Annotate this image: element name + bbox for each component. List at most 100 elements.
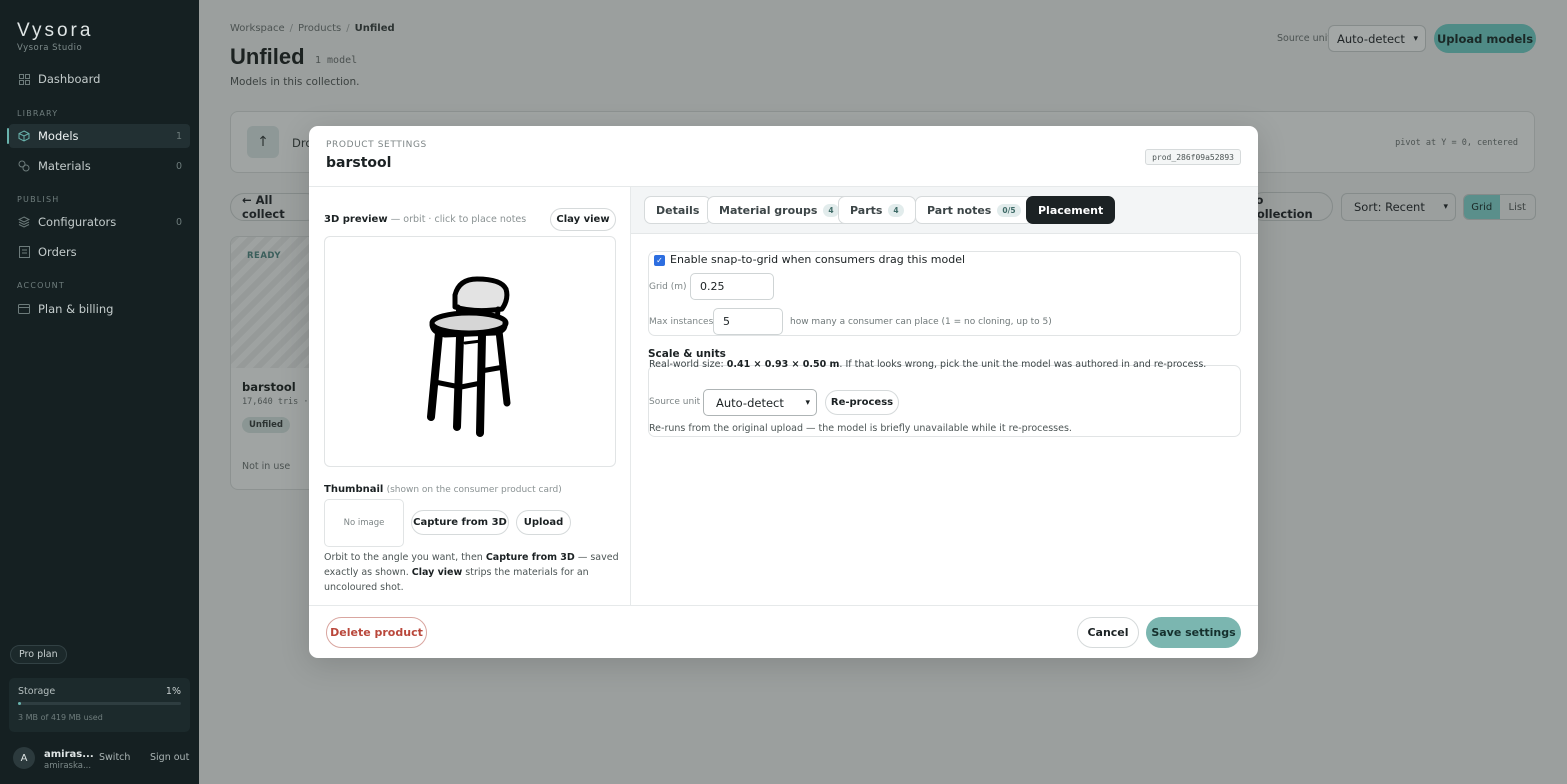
sidebar-item-configurators[interactable]: Configurators 0 — [9, 210, 190, 234]
storage-panel: Storage 1% 3 MB of 419 MB used — [9, 678, 190, 732]
source-unit-select[interactable]: Auto-detect ▾ — [703, 389, 817, 416]
tab-bar: Details Material groups 4 Parts 4 Part not… — [631, 187, 1258, 234]
usage-status: Not in use — [242, 461, 291, 472]
sign-out-button[interactable]: Sign out — [150, 752, 189, 763]
product-settings-modal: PRODUCT SETTINGS barstool prod_286f09a52… — [309, 126, 1258, 658]
grid-icon — [18, 73, 30, 85]
source-unit-select[interactable]: Auto-detect ▾ — [1328, 25, 1426, 52]
upload-models-button[interactable]: Upload models — [1434, 24, 1536, 53]
tab-badge: 4 — [888, 203, 904, 217]
sidebar-item-plan-billing[interactable]: Plan & billing — [9, 297, 190, 321]
preview-hint: — orbit · click to place notes — [390, 214, 527, 225]
sidebar-item-materials[interactable]: Materials 0 — [9, 154, 190, 178]
thumbnail-title-text: Thumbnail — [324, 484, 384, 495]
max-instances-input[interactable]: 5 — [713, 308, 783, 335]
breadcrumb-products[interactable]: Products — [298, 23, 341, 34]
preview-title: 3D preview — orbit · click to place note… — [324, 214, 526, 225]
move-to-collection-button[interactable]: to collection — [1249, 192, 1333, 221]
upload-arrow-icon: ↑ — [247, 126, 279, 158]
section-publish: PUBLISH — [17, 195, 60, 204]
chevron-down-icon: ▾ — [1443, 202, 1448, 212]
collection-tag: Unfiled — [242, 417, 291, 433]
real-world-size: Real-world size: 0.41 × 0.93 × 0.50 m. I… — [649, 359, 1206, 370]
page-title: Unfiled — [230, 44, 305, 69]
size-value: 0.41 × 0.93 × 0.50 m — [726, 359, 840, 370]
sidebar-item-orders[interactable]: Orders — [9, 240, 190, 264]
pivot-note: pivot at Y = 0, centered — [1395, 138, 1518, 148]
snap-to-grid-checkbox[interactable]: ✓ — [654, 255, 665, 266]
materials-count: 0 — [175, 160, 182, 172]
user-name: amiras... — [44, 749, 94, 760]
status-badge: READY — [247, 251, 282, 261]
brand-logo: Vysora — [17, 20, 94, 41]
modal-footer: Delete product Cancel Save settings — [309, 605, 1258, 658]
source-unit-value: Auto-detect — [1337, 31, 1405, 46]
model-count: 1 model — [315, 55, 358, 66]
sidebar-item-label: Dashboard — [38, 72, 101, 86]
configurators-count: 0 — [175, 216, 182, 228]
source-unit-label: Source unit — [1277, 33, 1332, 44]
scale-units-box: Real-world size: 0.41 × 0.93 × 0.50 m. I… — [648, 359, 1241, 437]
storage-percent: 1% — [165, 686, 181, 697]
model-card-tris: 17,640 tris · — [242, 397, 309, 407]
product-id: prod_286f09a52893 — [1145, 149, 1241, 165]
preview-title-text: 3D preview — [324, 214, 388, 225]
settings-panel: Details Material groups 4 Parts 4 Part not… — [631, 187, 1258, 605]
model-card-thumbnail: READY — [231, 237, 309, 368]
delete-product-button[interactable]: Delete product — [326, 617, 427, 648]
sort-value: Sort: Recent — [1354, 200, 1425, 214]
capture-from-3d-button[interactable]: Capture from 3D — [411, 510, 509, 535]
sidebar-item-label: Orders — [38, 245, 77, 259]
model-card-name: barstool — [242, 380, 296, 394]
view-grid-button[interactable]: Grid — [1464, 195, 1500, 219]
upload-thumbnail-button[interactable]: Upload — [516, 510, 571, 535]
3d-preview-viewport[interactable] — [324, 236, 616, 467]
barstool-model — [427, 276, 511, 437]
sidebar-item-models[interactable]: Models 1 — [7, 124, 190, 148]
breadcrumb-workspace[interactable]: Workspace — [230, 23, 285, 34]
tab-part-notes[interactable]: Part notes 0/5 — [915, 196, 1033, 224]
avatar: A — [13, 747, 35, 769]
tab-parts[interactable]: Parts 4 — [838, 196, 916, 224]
sidebar: Vysora Vysora Studio Dashboard LIBRARY M… — [0, 0, 199, 784]
sidebar-item-label: Configurators — [38, 215, 117, 229]
user-panel: A amiras... amiraska... Switch Sign out — [13, 747, 193, 773]
tab-material-groups[interactable]: Material groups 4 — [707, 196, 851, 224]
user-email: amiraska... — [44, 761, 92, 771]
checkmark-icon: ✓ — [656, 256, 663, 265]
sidebar-item-dashboard[interactable]: Dashboard — [9, 67, 190, 91]
tab-placement[interactable]: Placement — [1026, 196, 1116, 224]
preview-panel: 3D preview — orbit · click to place note… — [309, 187, 631, 605]
modal-kicker: PRODUCT SETTINGS — [326, 140, 427, 150]
max-instances-label: Max instances — [649, 317, 714, 327]
models-count: 1 — [175, 130, 182, 142]
chevron-down-icon: ▾ — [805, 397, 810, 408]
storage-bar-fill — [18, 702, 22, 705]
receipt-icon — [18, 246, 30, 258]
placement-box: ✓ Enable snap-to-grid when consumers dra… — [648, 251, 1241, 336]
size-suffix: . If that looks wrong, pick the unit the… — [839, 359, 1207, 370]
view-list-button[interactable]: List — [1500, 195, 1536, 219]
grid-input[interactable]: 0.25 — [690, 273, 774, 300]
re-process-button[interactable]: Re-process — [825, 390, 899, 415]
sort-select[interactable]: Sort: Recent ▾ — [1341, 193, 1456, 221]
clay-view-button[interactable]: Clay view — [550, 208, 616, 231]
all-collections-button[interactable]: ← All collect — [230, 193, 320, 221]
swatch-icon — [18, 160, 30, 172]
snap-to-grid-label[interactable]: Enable snap-to-grid when consumers drag … — [670, 253, 965, 266]
source-unit-label: Source unit — [649, 397, 701, 407]
tab-badge: 4 — [823, 203, 839, 217]
tab-label: Parts — [850, 203, 883, 217]
tab-details[interactable]: Details — [644, 196, 712, 224]
layers-icon — [18, 216, 30, 228]
switch-button[interactable]: Switch — [99, 752, 130, 763]
chevron-down-icon: ▾ — [1413, 33, 1418, 44]
view-toggle: Grid List — [1463, 194, 1536, 220]
brand-subtitle: Vysora Studio — [17, 43, 83, 53]
cube-icon — [18, 130, 30, 142]
cancel-button[interactable]: Cancel — [1077, 617, 1139, 648]
plan-badge[interactable]: Pro plan — [10, 645, 67, 664]
thumbnail-title: Thumbnail (shown on the consumer product… — [324, 484, 562, 495]
save-settings-button[interactable]: Save settings — [1146, 617, 1241, 648]
model-card[interactable]: READY barstool 17,640 tris · Unfiled Not… — [230, 236, 310, 490]
